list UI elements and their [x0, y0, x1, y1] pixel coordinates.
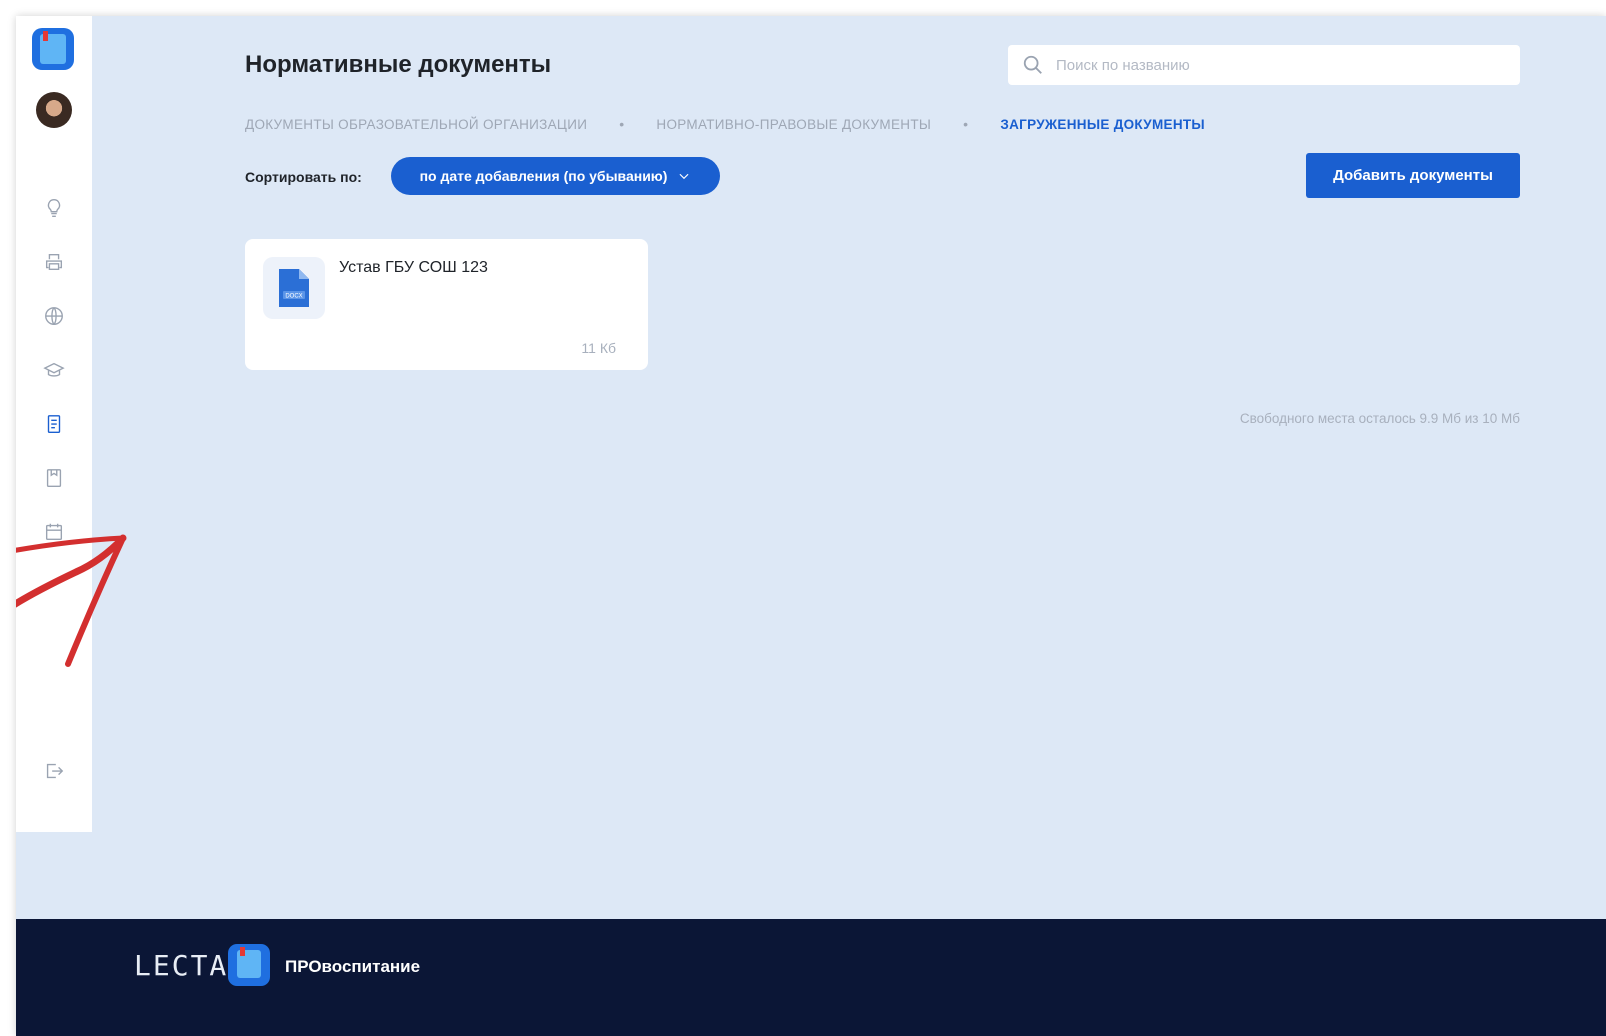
footer: LECTA ПРОвоспитание: [16, 919, 1606, 1036]
tab-regulatory-documents[interactable]: НОРМАТИВНО-ПРАВОВЫЕ ДОКУМЕНТЫ: [656, 117, 931, 132]
tab-uploaded-documents[interactable]: ЗАГРУЖЕННЫЕ ДОКУМЕНТЫ: [1000, 117, 1205, 132]
chevron-down-icon: [679, 173, 689, 180]
app-logo-icon[interactable]: [32, 28, 74, 70]
sort-selected-value: по дате добавления (по убыванию): [419, 168, 668, 184]
page-title: Нормативные документы: [245, 51, 552, 78]
document-icon[interactable]: [42, 412, 66, 436]
add-documents-button[interactable]: Добавить документы: [1306, 153, 1520, 198]
storage-status: Свободного места осталось 9.9 Мб из 10 М…: [1239, 411, 1520, 426]
document-size: 11 Кб: [581, 340, 616, 356]
lecta-logo: LECTA: [134, 949, 229, 982]
lightbulb-icon[interactable]: [42, 196, 66, 220]
tab-separator: •: [963, 116, 969, 132]
product-logo-icon: [228, 944, 270, 986]
sidebar: [16, 16, 92, 832]
tab-organization-documents[interactable]: ДОКУМЕНТЫ ОБРАЗОВАТЕЛЬНОЙ ОРГАНИЗАЦИИ: [245, 117, 587, 132]
document-card[interactable]: DOCX Устав ГБУ СОШ 123 11 Кб: [245, 239, 648, 370]
calendar-icon[interactable]: [42, 520, 66, 544]
search-icon: [1023, 55, 1042, 74]
search-input[interactable]: [1054, 55, 1498, 75]
printer-icon[interactable]: [42, 250, 66, 274]
graduation-cap-icon[interactable]: [42, 358, 66, 382]
user-avatar[interactable]: [36, 92, 72, 128]
app-window: Нормативные документы ДОКУМЕНТЫ ОБРАЗОВА…: [16, 16, 1606, 1036]
document-name: Устав ГБУ СОШ 123: [339, 259, 488, 276]
docx-file-icon: DOCX: [263, 257, 325, 319]
product-name: ПРОвоспитание: [285, 957, 421, 976]
svg-text:DOCX: DOCX: [285, 294, 302, 300]
logout-icon[interactable]: [42, 759, 66, 783]
archive-icon[interactable]: [42, 466, 66, 490]
tab-separator: •: [619, 116, 625, 132]
sort-label: Сортировать по:: [245, 169, 362, 185]
sort-dropdown[interactable]: по дате добавления (по убыванию): [391, 157, 720, 195]
document-tabs: ДОКУМЕНТЫ ОБРАЗОВАТЕЛЬНОЙ ОРГАНИЗАЦИИ • …: [245, 116, 1205, 132]
globe-icon[interactable]: [42, 304, 66, 328]
search-box[interactable]: [1008, 45, 1520, 85]
